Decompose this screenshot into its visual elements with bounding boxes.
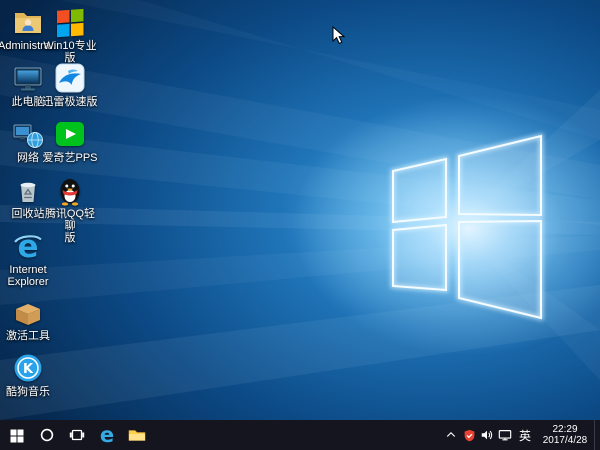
kugou-letter: K [23, 362, 34, 377]
ie-letter: e [17, 230, 38, 262]
desktop-icon-internet-explorer[interactable]: e Internet Explorer [0, 230, 58, 288]
desktop-icon-label: 迅雷极速版 [42, 96, 98, 108]
desktop-icon-kugou[interactable]: K 酷狗音乐 [0, 352, 58, 398]
taskbar: e 英 22:29 2017/4/28 [0, 420, 600, 450]
kugou-icon: K [12, 352, 44, 384]
input-method-indicator[interactable]: 英 [514, 420, 536, 450]
tray-security-button[interactable] [460, 420, 478, 450]
search-ring-icon [40, 428, 54, 442]
taskbar-left-group: e [0, 420, 152, 450]
desktop-icon-thunder[interactable]: 迅雷极速版 [40, 62, 100, 108]
cortana-search-button[interactable] [32, 420, 62, 450]
qq-icon [54, 174, 86, 206]
desktop-icon-label: 爱奇艺PPS [42, 152, 98, 164]
thunder-icon [54, 62, 86, 94]
clock-time: 22:29 [552, 424, 578, 435]
edge-taskbar-button[interactable]: e [92, 420, 122, 450]
windows-logo-icon [10, 429, 24, 443]
taskbar-clock[interactable]: 22:29 2017/4/28 [536, 420, 594, 450]
edge-icon: e [99, 423, 115, 447]
show-desktop-button[interactable] [594, 420, 600, 450]
desktop-icon-iqiyi[interactable]: 爱奇艺PPS [40, 118, 100, 164]
desktop[interactable]: Administra... Win10专业版 官网 [0, 0, 600, 420]
security-shield-icon [464, 429, 474, 441]
input-method-label: 英 [518, 428, 531, 443]
chevron-up-icon [446, 431, 456, 437]
desktop-icon-label: 酷狗音乐 [6, 386, 50, 398]
volume-icon [481, 430, 493, 440]
tray-volume-button[interactable] [478, 420, 496, 450]
task-view-icon [69, 429, 85, 441]
file-explorer-button[interactable] [122, 420, 152, 450]
start-button[interactable] [2, 420, 32, 450]
network-display-icon [498, 430, 512, 441]
desktop-icon-label: 激活工具 [6, 330, 50, 342]
win10-flag-icon [54, 6, 86, 38]
desktop-icon-activation-tool[interactable]: 激活工具 [0, 296, 58, 342]
ie-icon: e [12, 230, 44, 262]
task-view-button[interactable] [62, 420, 92, 450]
activation-tool-icon [12, 296, 44, 328]
windows-desktop-screen: Administra... Win10专业版 官网 [0, 0, 600, 450]
folder-icon [128, 430, 146, 441]
clock-date: 2017/4/28 [542, 435, 588, 446]
tray-overflow-button[interactable] [442, 420, 460, 450]
iqiyi-icon [54, 118, 86, 150]
tray-network-button[interactable] [496, 420, 514, 450]
system-tray: 英 22:29 2017/4/28 [442, 420, 600, 450]
desktop-icon-label: Internet Explorer [7, 264, 49, 288]
